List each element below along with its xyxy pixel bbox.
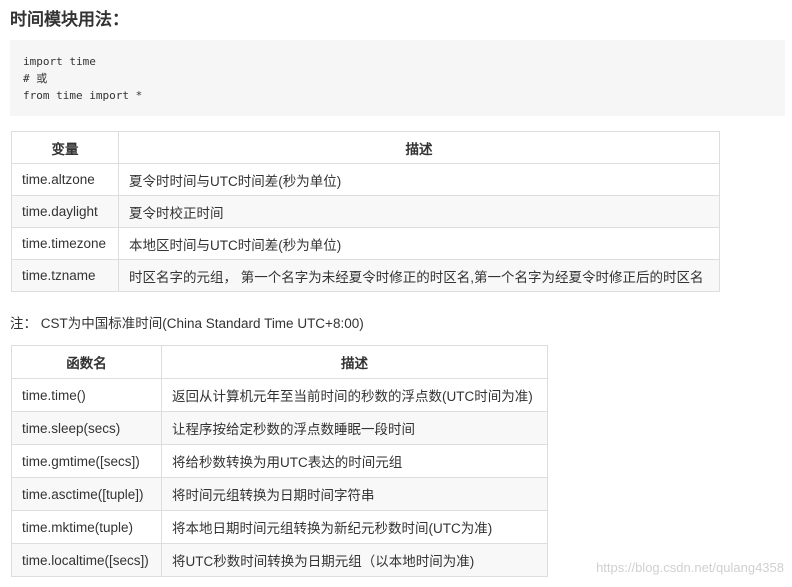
column-header-variable: 变量 [11, 131, 119, 164]
description-cell: 时区名字的元组， 第一个名字为未经夏令时修正的时区名,第一个名字为经夏令时修正后… [118, 259, 720, 292]
column-header-description: 描述 [161, 345, 548, 379]
description-cell: 夏令时时间与UTC时间差(秒为单位) [118, 163, 720, 196]
table-row: time.tzname 时区名字的元组， 第一个名字为未经夏令时修正的时区名,第… [11, 259, 720, 292]
function-cell: time.localtime([secs]) [11, 543, 162, 577]
description-cell: 将给秒数转换为用UTC表达的时间元组 [161, 444, 548, 478]
table-row: time.altzone 夏令时时间与UTC时间差(秒为单位) [11, 163, 720, 196]
functions-table: 函数名 描述 time.time() 返回从计算机元年至当前时间的秒数的浮点数(… [11, 345, 548, 577]
description-cell: 将本地日期时间元组转换为新纪元秒数时间(UTC为准) [161, 510, 548, 544]
table-header-row: 变量 描述 [11, 131, 720, 164]
section-title: 时间模块用法： [10, 10, 129, 29]
table-row: time.asctime([tuple]) 将时间元组转换为日期时间字符串 [11, 477, 548, 511]
variables-table: 变量 描述 time.altzone 夏令时时间与UTC时间差(秒为单位) ti… [11, 131, 720, 292]
description-cell: 本地区时间与UTC时间差(秒为单位) [118, 227, 720, 260]
variable-cell: time.altzone [11, 163, 119, 196]
function-cell: time.mktime(tuple) [11, 510, 162, 544]
code-block: import time # 或 from time import * [10, 40, 785, 116]
function-cell: time.gmtime([secs]) [11, 444, 162, 478]
table-row: time.time() 返回从计算机元年至当前时间的秒数的浮点数(UTC时间为准… [11, 378, 548, 412]
function-cell: time.asctime([tuple]) [11, 477, 162, 511]
column-header-function: 函数名 [11, 345, 162, 379]
table-row: time.mktime(tuple) 将本地日期时间元组转换为新纪元秒数时间(U… [11, 510, 548, 544]
description-cell: 返回从计算机元年至当前时间的秒数的浮点数(UTC时间为准) [161, 378, 548, 412]
function-cell: time.sleep(secs) [11, 411, 162, 445]
table-row: time.timezone 本地区时间与UTC时间差(秒为单位) [11, 227, 720, 260]
table-row: time.localtime([secs]) 将UTC秒数时间转换为日期元组（以… [11, 543, 548, 577]
code-line: import time [23, 55, 96, 68]
code-line: from time import * [23, 89, 143, 102]
description-cell: 夏令时校正时间 [118, 195, 720, 228]
variable-cell: time.daylight [11, 195, 119, 228]
table-header-row: 函数名 描述 [11, 345, 548, 379]
table-row: time.daylight 夏令时校正时间 [11, 195, 720, 228]
watermark-text: https://blog.csdn.net/qulang4358 [596, 560, 784, 575]
description-cell: 让程序按给定秒数的浮点数睡眠一段时间 [161, 411, 548, 445]
column-header-description: 描述 [118, 131, 720, 164]
table-row: time.gmtime([secs]) 将给秒数转换为用UTC表达的时间元组 [11, 444, 548, 478]
table-row: time.sleep(secs) 让程序按给定秒数的浮点数睡眠一段时间 [11, 411, 548, 445]
variable-cell: time.timezone [11, 227, 119, 260]
description-cell: 将时间元组转换为日期时间字符串 [161, 477, 548, 511]
code-line: # 或 [23, 72, 48, 85]
description-cell: 将UTC秒数时间转换为日期元组（以本地时间为准) [161, 543, 548, 577]
variable-cell: time.tzname [11, 259, 119, 292]
note-text: 注： CST为中国标准时间(China Standard Time UTC+8:… [10, 316, 364, 331]
function-cell: time.time() [11, 378, 162, 412]
